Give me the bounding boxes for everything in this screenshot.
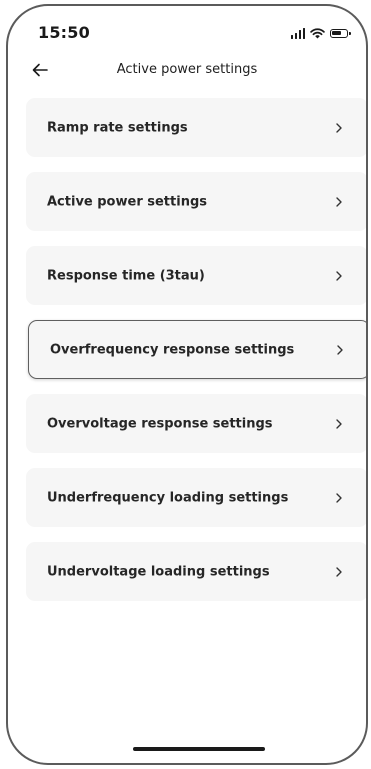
phone-frame: 15:50 Active power settings Ramp rate se…: [6, 4, 368, 765]
menu-item-overfrequency-response-settings[interactable]: Overfrequency response settings: [28, 320, 366, 379]
menu-item-label: Undervoltage loading settings: [47, 564, 270, 579]
page-title: Active power settings: [116, 62, 258, 77]
menu-item-label: Ramp rate settings: [47, 120, 188, 135]
status-time: 15:50: [38, 23, 90, 42]
menu-item-label: Active power settings: [47, 194, 207, 209]
home-indicator[interactable]: [133, 747, 265, 751]
menu-item-undervoltage-loading-settings[interactable]: Undervoltage loading settings: [26, 542, 366, 601]
chevron-right-icon: [337, 344, 343, 355]
chevron-right-icon: [336, 492, 342, 503]
status-bar: 15:50: [8, 6, 366, 50]
wifi-icon: [310, 27, 325, 38]
chevron-right-icon: [336, 418, 342, 429]
menu-item-label: Underfrequency loading settings: [47, 490, 289, 505]
menu-item-ramp-rate-settings[interactable]: Ramp rate settings: [26, 98, 366, 157]
status-icons: [290, 26, 351, 40]
menu-item-overvoltage-response-settings[interactable]: Overvoltage response settings: [26, 394, 366, 453]
menu-item-label: Overvoltage response settings: [47, 416, 273, 431]
battery-icon: [330, 28, 351, 38]
menu-item-label: Response time (3tau): [47, 268, 205, 283]
settings-menu-list: Ramp rate settings Active power settings…: [26, 98, 366, 616]
nav-bar: Active power settings: [8, 54, 366, 86]
chevron-right-icon: [336, 566, 342, 577]
chevron-right-icon: [336, 122, 342, 133]
chevron-right-icon: [336, 270, 342, 281]
menu-item-underfrequency-loading-settings[interactable]: Underfrequency loading settings: [26, 468, 366, 527]
menu-item-response-time[interactable]: Response time (3tau): [26, 246, 366, 305]
menu-item-label: Overfrequency response settings: [50, 342, 295, 357]
signal-icon: [290, 27, 305, 39]
menu-item-active-power-settings[interactable]: Active power settings: [26, 172, 366, 231]
chevron-right-icon: [336, 196, 342, 207]
